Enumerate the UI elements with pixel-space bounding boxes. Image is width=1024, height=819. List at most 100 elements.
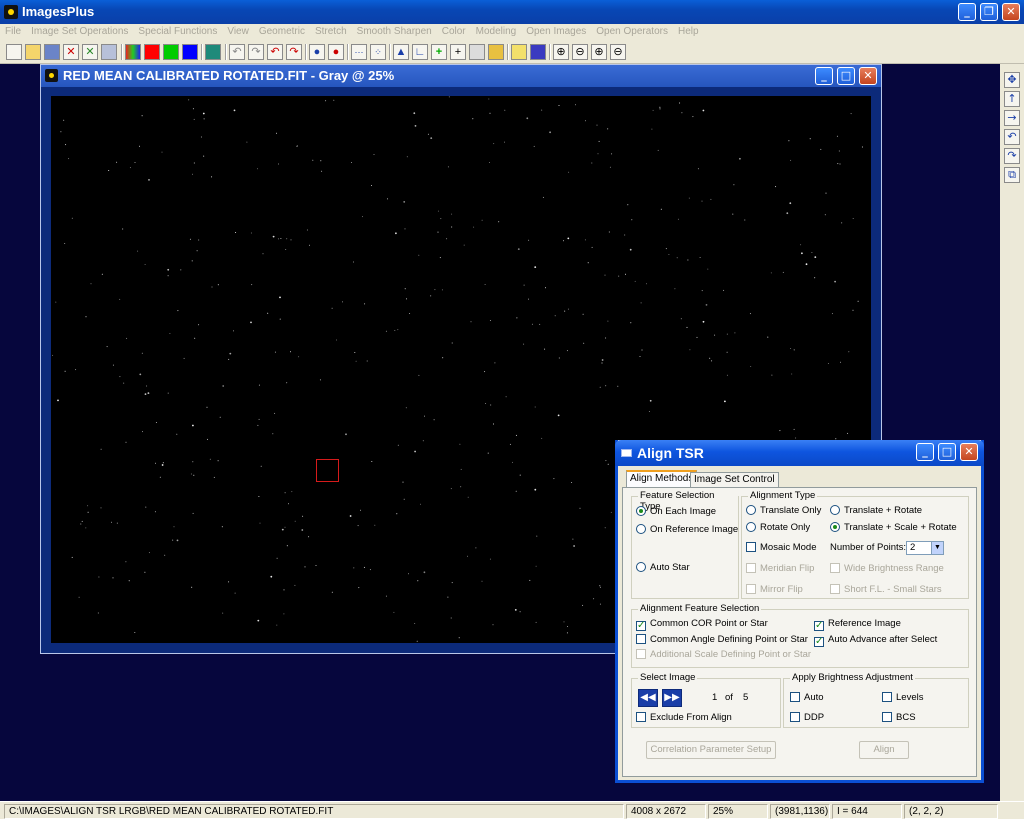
selection-box[interactable] (316, 459, 339, 482)
zoom-fit-icon[interactable]: ⊕ (591, 44, 607, 60)
close-image-icon[interactable]: ✕ (63, 44, 79, 60)
image-minimize-icon[interactable]: _ (815, 67, 833, 85)
crosshair-green-icon[interactable]: + (431, 44, 447, 60)
scatter-icon[interactable]: ⁘ (370, 44, 386, 60)
translate-only-radio[interactable]: Translate Only (746, 505, 821, 517)
menu-color[interactable]: Color (437, 24, 471, 40)
close-all-icon[interactable]: ✕ (82, 44, 98, 60)
dialog-titlebar[interactable]: Align TSR _ □ ✕ (615, 440, 984, 466)
crosshair-icon[interactable]: + (450, 44, 466, 60)
auto-advance-checkbox[interactable]: ✓ Auto Advance after Select (814, 634, 937, 647)
mirror-flip-checkbox[interactable]: Mirror Flip (746, 584, 803, 596)
image-maximize-icon[interactable]: □ (837, 67, 855, 85)
save-icon[interactable] (44, 44, 60, 60)
status-coordinates: (3981,1136) (770, 804, 830, 819)
redo-disabled-icon[interactable]: ↷ (248, 44, 264, 60)
dialog-minimize-icon[interactable]: _ (916, 443, 934, 461)
menu-special-functions[interactable]: Special Functions (133, 24, 222, 40)
menu-modeling[interactable]: Modeling (471, 24, 522, 40)
common-cor-checkbox[interactable]: ✓ Common COR Point or Star (636, 618, 768, 631)
paint-icon[interactable] (488, 44, 504, 60)
line-profile-icon[interactable]: ··· (351, 44, 367, 60)
select-image-label: Select Image (638, 672, 698, 683)
previous-image-icon[interactable]: ◀◀ (638, 689, 658, 707)
short-fl-checkbox[interactable]: Short F.L. - Small Stars (830, 584, 942, 596)
ddp-checkbox[interactable]: DDP (790, 712, 824, 724)
undo-disabled-icon[interactable]: ↶ (229, 44, 245, 60)
dialog-maximize-icon[interactable]: □ (938, 443, 956, 461)
status-pixel-value: (2, 2, 2) (904, 804, 998, 819)
arrow-up-icon[interactable]: ↑ (1004, 91, 1020, 107)
translate-scale-rotate-radio[interactable]: Translate + Scale + Rotate (830, 522, 957, 534)
mosaic-mode-checkbox[interactable]: Mosaic Mode (746, 542, 817, 554)
additional-scale-checkbox[interactable]: Additional Scale Defining Point or Star (636, 649, 811, 661)
new-file-icon[interactable] (6, 44, 22, 60)
image-close-icon[interactable]: ✕ (859, 67, 877, 85)
zoom-out-icon[interactable]: ⊖ (572, 44, 588, 60)
menu-geometric[interactable]: Geometric (254, 24, 310, 40)
mask-icon[interactable] (530, 44, 546, 60)
copy-icon[interactable]: ⧉ (1004, 167, 1020, 183)
point-blue-icon[interactable]: ● (309, 44, 325, 60)
zoom-actual-icon[interactable]: ⊖ (610, 44, 626, 60)
triangle-icon[interactable]: ▲ (393, 44, 409, 60)
menu-help[interactable]: Help (673, 24, 704, 40)
undo-icon[interactable]: ↶ (267, 44, 283, 60)
angle-icon[interactable]: ∟ (412, 44, 428, 60)
pencil-icon[interactable] (511, 44, 527, 60)
close-icon[interactable]: ✕ (1002, 3, 1020, 21)
dialog-close-icon[interactable]: ✕ (960, 443, 978, 461)
rotate-left-icon[interactable]: ↶ (1004, 129, 1020, 145)
minimize-icon[interactable]: _ (958, 3, 976, 21)
auto-checkbox[interactable]: Auto (790, 692, 824, 704)
histogram-icon[interactable] (205, 44, 221, 60)
blue-channel-icon[interactable] (182, 44, 198, 60)
exclude-from-align-checkbox[interactable]: Exclude From Align (636, 712, 732, 724)
restore-icon[interactable]: ❐ (980, 3, 998, 21)
brightness-group: Apply Brightness Adjustment Auto Levels … (783, 672, 969, 728)
alignment-feature-label: Alignment Feature Selection (638, 603, 762, 614)
green-channel-icon[interactable] (163, 44, 179, 60)
meridian-flip-checkbox[interactable]: Meridian Flip (746, 563, 814, 575)
image-window-title: RED MEAN CALIBRATED ROTATED.FIT - Gray @… (63, 68, 395, 83)
on-reference-image-radio[interactable]: On Reference Image (636, 524, 738, 536)
on-each-image-radio[interactable]: On Each Image (636, 506, 716, 518)
rotate-right-icon[interactable]: ↷ (1004, 148, 1020, 164)
menu-file[interactable]: File (0, 24, 26, 40)
wide-brightness-range-checkbox[interactable]: Wide Brightness Range (830, 563, 944, 575)
menu-open-images[interactable]: Open Images (521, 24, 591, 40)
next-image-icon[interactable]: ▶▶ (662, 689, 682, 707)
menu-open-operators[interactable]: Open Operators (591, 24, 673, 40)
dialog-icon (621, 449, 632, 457)
menu-view[interactable]: View (222, 24, 254, 40)
align-button[interactable]: Align (859, 741, 909, 759)
alignment-type-group: Alignment Type Translate Only Translate … (741, 490, 969, 599)
point-red-icon[interactable]: ● (328, 44, 344, 60)
move-icon[interactable]: ✥ (1004, 72, 1020, 88)
redo-icon[interactable]: ↷ (286, 44, 302, 60)
of-label: of (725, 692, 733, 703)
reference-image-checkbox[interactable]: ✓ Reference Image (814, 618, 901, 631)
menu-smooth-sharpen[interactable]: Smooth Sharpen (352, 24, 437, 40)
translate-rotate-radio[interactable]: Translate + Rotate (830, 505, 922, 517)
open-folder-icon[interactable] (25, 44, 41, 60)
number-of-points-select[interactable]: 2 ▼ (906, 541, 944, 555)
levels-checkbox[interactable]: Levels (882, 692, 923, 704)
zoom-in-icon[interactable]: ⊕ (553, 44, 569, 60)
auto-star-radio[interactable]: Auto Star (636, 562, 690, 574)
menu-stretch[interactable]: Stretch (310, 24, 352, 40)
grid-icon[interactable] (469, 44, 485, 60)
status-file-path: C:\IMAGES\ALIGN TSR LRGB\RED MEAN CALIBR… (4, 804, 624, 819)
menu-image-set-operations[interactable]: Image Set Operations (26, 24, 133, 40)
tab-image-set-control[interactable]: Image Set Control (690, 472, 779, 487)
arrow-right-icon[interactable]: → (1004, 110, 1020, 126)
print-icon[interactable] (101, 44, 117, 60)
red-channel-icon[interactable] (144, 44, 160, 60)
rotate-only-radio[interactable]: Rotate Only (746, 522, 810, 534)
rgb-channels-icon[interactable] (125, 44, 141, 60)
common-angle-checkbox[interactable]: Common Angle Defining Point or Star (636, 634, 808, 646)
tab-align-methods[interactable]: Align Methods (626, 470, 698, 488)
correlation-parameter-setup-button[interactable]: Correlation Parameter Setup (646, 741, 776, 759)
image-window-titlebar[interactable]: RED MEAN CALIBRATED ROTATED.FIT - Gray @… (41, 65, 881, 87)
bcs-checkbox[interactable]: BCS (882, 712, 916, 724)
